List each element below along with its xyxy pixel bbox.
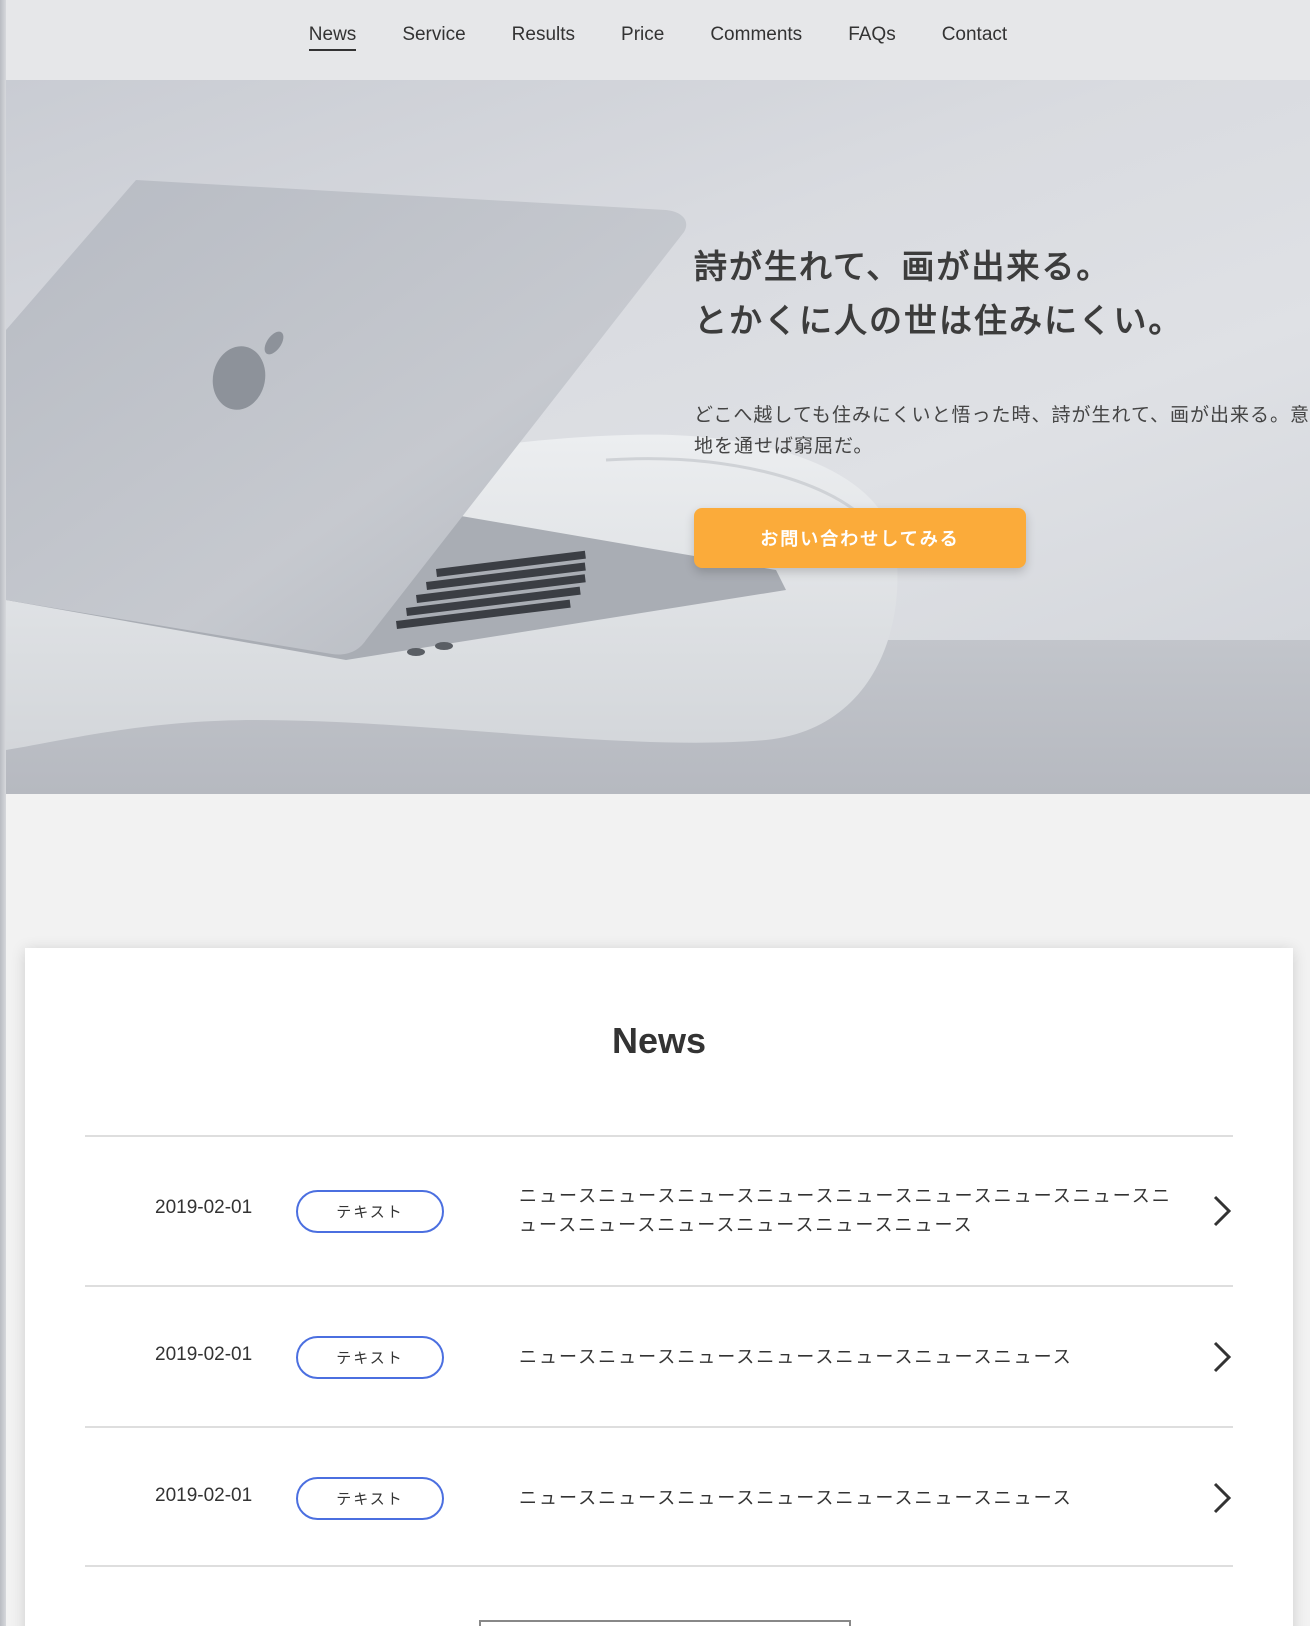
nav-results[interactable]: Results [512, 24, 575, 51]
nav-price[interactable]: Price [621, 24, 664, 51]
hero-title: 詩が生れて、画が出来る。 とかくに人の世は住みにくい。 [694, 240, 1310, 348]
news-section: News 2019-02-01 テキスト ニュースニュースニュースニュースニュー… [25, 948, 1293, 1626]
news-list: 2019-02-01 テキスト ニュースニュースニュースニュースニュースニュース… [85, 1135, 1233, 1567]
news-date: 2019-02-01 [155, 1197, 253, 1218]
hero-title-line-2: とかくに人の世は住みにくい。 [694, 301, 1184, 340]
nav-contact[interactable]: Contact [942, 24, 1007, 51]
news-tag: テキスト [296, 1190, 444, 1233]
site-header: News Service Results Price Comments FAQs… [6, 0, 1310, 80]
news-row[interactable]: 2019-02-01 テキスト ニュースニュースニュースニュースニュースニュース… [85, 1426, 1233, 1567]
hero-lead: どこへ越しても住みにくいと悟った時、詩が生れて、画が出来る。意地を通せば窮屈だ。 [694, 404, 1310, 457]
news-tag: テキスト [296, 1477, 444, 1520]
news-text: ニュースニュースニュースニュースニュースニュースニュース [519, 1488, 1073, 1509]
page: News Service Results Price Comments FAQs… [6, 0, 1310, 1626]
chevron-right-icon[interactable] [1211, 1480, 1233, 1516]
chevron-right-icon[interactable] [1211, 1339, 1233, 1375]
news-text: ニュースニュースニュースニュースニュースニュースニュース [519, 1347, 1073, 1368]
global-nav: News Service Results Price Comments FAQs… [286, 24, 1030, 54]
chevron-right-icon[interactable] [1211, 1193, 1233, 1229]
nav-service[interactable]: Service [402, 24, 465, 51]
hero-title-line-1: 詩が生れて、画が出来る。 [694, 247, 1112, 286]
news-date: 2019-02-01 [155, 1344, 253, 1365]
contact-cta-button[interactable]: お問い合わせしてみる [694, 508, 1026, 568]
news-row[interactable]: 2019-02-01 テキスト ニュースニュースニュースニュースニュースニュース… [85, 1285, 1233, 1426]
nav-news[interactable]: News [308, 24, 357, 51]
hero-section: 詩が生れて、画が出来る。 とかくに人の世は住みにくい。 どこへ越しても住みにくい… [6, 80, 1310, 794]
nav-comments[interactable]: Comments [710, 24, 802, 51]
hero-copy: 詩が生れて、画が出来る。 とかくに人の世は住みにくい。 どこへ越しても住みにくい… [694, 240, 1310, 462]
nav-faqs[interactable]: FAQs [848, 24, 896, 51]
more-button[interactable] [479, 1620, 851, 1626]
news-title: News [611, 1020, 707, 1061]
news-tag: テキスト [296, 1336, 444, 1379]
news-text: ニュースニュースニュースニュースニュースニュースニュースニュースニュースニュース… [519, 1186, 1172, 1236]
news-date: 2019-02-01 [155, 1485, 253, 1506]
news-row[interactable]: 2019-02-01 テキスト ニュースニュースニュースニュースニュースニュース… [85, 1135, 1233, 1285]
